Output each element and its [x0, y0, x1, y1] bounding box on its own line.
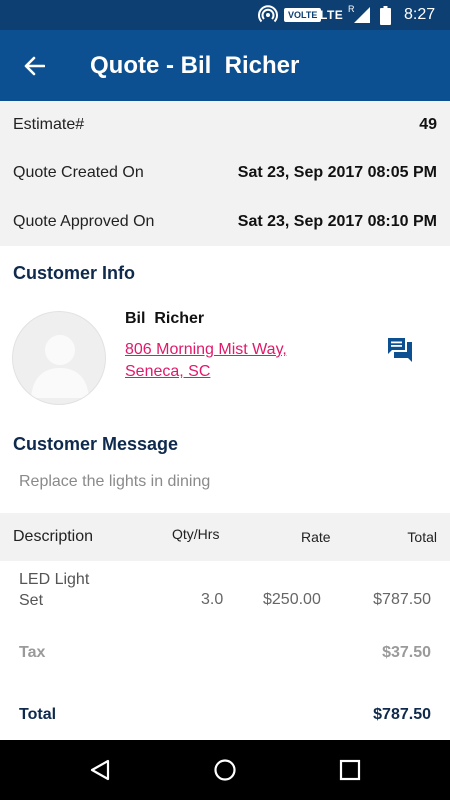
created-value: Sat 23, Sep 2017 08:05 PM: [237, 164, 437, 181]
approved-row: Quote Approved On Sat 23, Sep 2017 08:10…: [0, 198, 450, 246]
hotspot-icon: [258, 0, 280, 30]
clock: 8:27: [404, 6, 436, 23]
avatar: [12, 311, 106, 405]
status-bar: VOLTE LTE R 8:27: [0, 0, 450, 30]
volte-badge: VOLTE: [284, 8, 322, 22]
estimate-value: 49: [419, 116, 437, 133]
battery-icon: [380, 0, 392, 30]
tax-row: Tax $37.50: [0, 644, 450, 668]
table-header: Description Qty/Hrs Rate Total: [0, 513, 450, 561]
header-description: Description: [13, 528, 94, 545]
item-description-line-1: LED Light: [19, 571, 90, 588]
total-row: Total $787.50: [0, 706, 450, 730]
address-line-1: 806 Morning Mist Way,: [125, 341, 287, 358]
tax-label: Tax: [19, 644, 46, 661]
customer-message-heading: Customer Message: [13, 434, 179, 454]
item-description: LED Light Set: [19, 569, 119, 611]
page-title: Quote - Bil Richer: [90, 52, 300, 79]
nav-recent-button[interactable]: [335, 755, 365, 785]
customer-address-link[interactable]: 806 Morning Mist Way, Seneca, SC: [125, 339, 325, 383]
system-nav-bar: [0, 740, 450, 800]
item-description-line-2: Set: [19, 592, 44, 609]
circle-home-icon: [214, 759, 236, 781]
signal-icon: [354, 0, 370, 30]
created-row: Quote Created On Sat 23, Sep 2017 08:05 …: [0, 149, 450, 197]
nav-home-button[interactable]: [210, 755, 240, 785]
network-type: LTE: [320, 8, 344, 22]
address-line-2: Seneca, SC: [125, 363, 211, 380]
approved-label: Quote Approved On: [13, 213, 155, 230]
header-rate: Rate: [301, 529, 331, 545]
nav-back-button[interactable]: [85, 755, 115, 785]
approved-value: Sat 23, Sep 2017 08:10 PM: [237, 213, 437, 230]
customer-name: Bil Richer: [125, 310, 205, 327]
item-rate: $250.00: [263, 591, 321, 608]
created-label: Quote Created On: [13, 164, 144, 181]
table-row: LED Light Set 3.0 $250.00 $787.50: [0, 569, 450, 619]
customer-message-text: Replace the lights in dining: [19, 473, 211, 490]
item-total: $787.50: [373, 591, 431, 608]
item-qty: 3.0: [201, 591, 224, 608]
header-total: Total: [407, 529, 437, 545]
app-bar: Quote - Bil Richer: [0, 30, 450, 101]
back-button[interactable]: [18, 50, 50, 82]
estimate-row: Estimate# 49: [0, 101, 450, 149]
square-recent-icon: [339, 759, 361, 781]
person-placeholder-icon: [31, 335, 89, 398]
tax-value: $37.50: [382, 644, 431, 661]
total-label: Total: [19, 706, 57, 723]
total-value: $787.50: [373, 706, 431, 723]
triangle-back-icon: [90, 759, 110, 781]
estimate-label: Estimate#: [13, 116, 85, 133]
customer-info-heading: Customer Info: [13, 263, 136, 283]
chat-icon[interactable]: [386, 336, 414, 364]
quote-summary: Estimate# 49 Quote Created On Sat 23, Se…: [0, 101, 450, 246]
arrow-back-icon: [24, 56, 45, 76]
header-qty: Qty/Hrs: [172, 526, 220, 542]
